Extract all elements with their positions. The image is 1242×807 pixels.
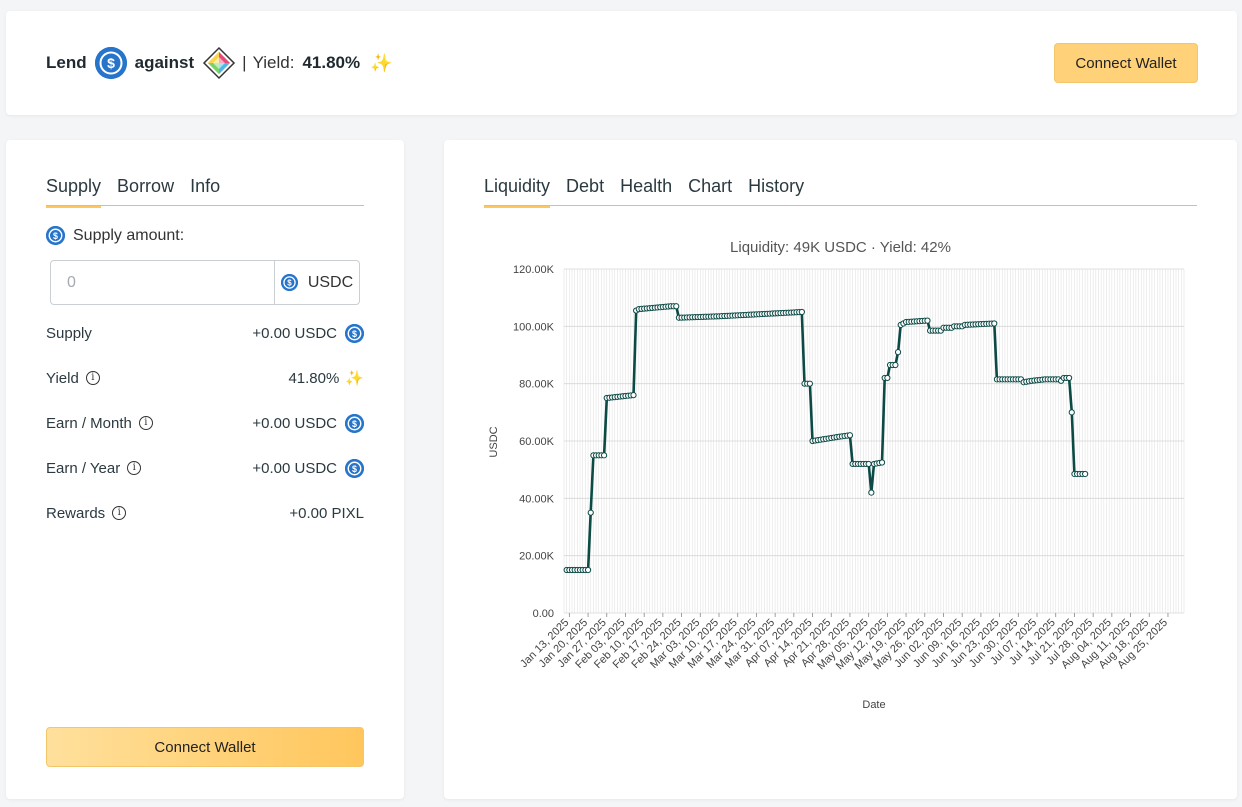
yield-value: 41.80% [288,369,340,387]
row-value: +0.00 USDC $ [252,413,364,433]
row-value: +0.00 USDC $ [252,458,364,478]
y-tick-label: 40.00K [519,493,555,505]
usdc-icon: $ [345,413,364,433]
data-point [868,489,875,496]
data-point [600,452,608,459]
sparkle-icon: ✨ [345,370,364,387]
row-label: Earn / Month i [46,415,153,432]
info-icon[interactable]: i [85,371,100,385]
usdc-icon: $ [345,458,364,478]
y-tick-label: 80.00K [519,379,555,391]
data-point [892,361,899,369]
usdc-icon: $ [345,323,364,343]
market-title: Lend $ against | Yield: 41.80% ✨ [46,46,393,80]
supply-amount-label: $ Supply amount: [46,226,184,245]
lend-label: Lend [46,53,87,72]
earn-month-value: +0.00 USDC [252,414,337,432]
y-tick-label: 120.00K [513,264,555,276]
svg-text:$: $ [352,463,357,473]
y-tick-label: 20.00K [519,551,555,563]
earn-month-label: Earn / Month [46,414,132,432]
data-point [584,566,592,574]
row-label: Rewards i [46,504,127,522]
currency-unit: $ USDC [274,261,359,304]
supply-amount-input[interactable] [51,261,274,304]
data-point [865,460,872,468]
svg-text:$: $ [53,231,58,241]
data-point [846,432,854,439]
yield-label: Yield: [252,53,295,72]
usdc-icon: $ [94,47,127,79]
unit-label: USDC [307,273,354,291]
data-point [894,349,902,356]
connect-wallet-button[interactable]: Connect Wallet [1054,43,1198,83]
usdc-icon: $ [46,226,65,245]
earn-year-value: +0.00 USDC [252,459,337,477]
data-point [991,320,998,327]
connect-wallet-button[interactable]: Connect Wallet [46,727,364,767]
data-point [798,308,805,316]
svg-text:$: $ [287,278,292,287]
market-stats-panel: Liquidity Debt Health Chart History Liqu… [444,140,1237,799]
data-point [1065,374,1073,382]
data-point [673,303,680,310]
row-value: +0.00 USDC $ [252,323,364,343]
data-point [1082,470,1089,478]
data-point [884,374,891,382]
chart-grid [563,268,1185,614]
against-label: against [134,53,195,72]
header-bar: Lend $ against | Yield: 41.80% ✨ Connect… [6,11,1237,115]
supply-amount-text: Supply amount: [73,226,185,244]
data-point [878,459,886,466]
earn-year-row: Earn / Year i +0.00 USDC $ [46,457,364,479]
row-label: Earn / Year i [46,459,142,477]
tab-borrow[interactable]: Borrow [117,176,174,208]
pixl-gem-icon [202,46,236,80]
data-point [587,509,594,516]
y-tick-label: 60.00K [519,436,555,448]
earn-month-row: Earn / Month i +0.00 USDC $ [46,412,364,434]
supply-row: Supply +0.00 USDC $ [46,322,364,344]
info-icon[interactable]: i [127,461,142,475]
supply-panel: Supply Borrow Info $ Supply amount: $ US… [6,140,404,799]
usdc-icon: $ [280,274,298,291]
info-icon[interactable]: i [138,416,153,430]
info-icon[interactable]: i [112,506,127,520]
row-value: +0.00 PIXL [289,505,364,522]
data-point [924,317,931,324]
liquidity-chart: 0.00 20.00K 40.00K 60.00K 80.00K 100.00K 120.0… [488,264,1185,711]
tab-info[interactable]: Info [190,176,220,208]
row-label: Yield i [46,370,100,387]
supply-tabs: Supply Borrow Info [46,176,220,208]
svg-text:$: $ [352,418,357,428]
row-label: Supply [46,324,92,342]
data-point [806,380,813,387]
row-value: 41.80% ✨ [288,369,364,388]
tab-supply[interactable]: Supply [46,176,102,208]
yield-label: Yield [46,369,79,387]
y-tick-label: 0.00 [533,608,554,620]
y-axis-label: USDC [488,426,500,457]
rewards-value: +0.00 PIXL [289,504,364,522]
rewards-row: Rewards i +0.00 PIXL [46,502,364,524]
data-point [1068,409,1075,416]
title-separator: | [242,53,247,72]
tabs-underline [46,205,364,206]
supply-amount-field: $ USDC [50,260,360,305]
yield-value: 41.80% [302,53,361,72]
svg-text:$: $ [352,328,357,338]
data-point [630,392,637,399]
sparkle-icon: ✨ [370,52,393,73]
x-axis: Jan 13, 2025Jan 20, 2025Jan 27, 2025Feb … [518,613,1170,672]
yield-row: Yield i 41.80% ✨ [46,367,364,389]
svg-text:$: $ [107,55,115,71]
y-axis: 0.00 20.00K 40.00K 60.00K 80.00K 100.00K 120.0… [513,264,555,620]
rewards-label: Rewards [46,504,106,522]
y-tick-label: 100.00K [513,321,555,333]
supply-value: +0.00 USDC [252,324,337,342]
x-axis-label: Date [862,699,885,711]
earn-year-label: Earn / Year [46,459,121,477]
